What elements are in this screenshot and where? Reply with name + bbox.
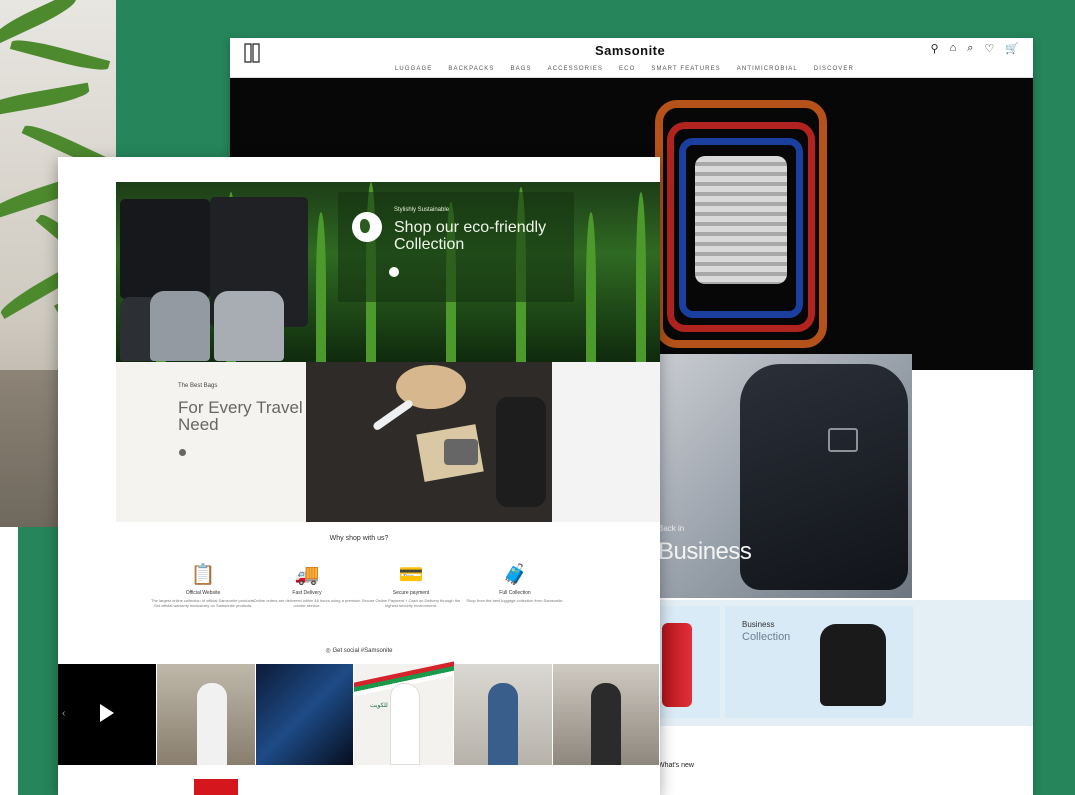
suitcase-silver [695,156,787,284]
gallery-tile[interactable] [454,664,553,765]
eco-tagline: Stylishly Sustainable [394,207,450,213]
gallery-tile[interactable] [157,664,256,765]
feature-desc: The largest online collection of officia… [151,598,255,608]
gallery-tile[interactable] [256,664,354,765]
globe-icon [352,212,382,242]
gallery-tile[interactable]: شكرا للكويت [354,661,454,765]
nav-accessories[interactable]: ACCESSORIES [548,66,603,72]
nav-antimicrobial[interactable]: ANTIMICROBIAL [737,66,798,72]
business-card-title: Business [742,620,775,629]
brand-logo[interactable]: Samsonite [595,43,665,58]
person-image [197,683,227,765]
clipboard-icon: 📋 [190,564,216,586]
nav-discover[interactable]: DISCOVER [814,66,854,72]
front-page-screenshot: Stylishly Sustainable Shop our eco-frien… [58,157,660,795]
travel-label: The Best Bags [178,383,218,389]
side-panel [552,362,660,522]
social-gallery: ‹ شكرا للكويت › [58,661,660,765]
black-backpack-image [820,624,886,706]
red-suitcase-image [662,623,692,707]
delivery-car-icon: 🚚 [294,564,320,586]
feature-title: Secure payment [392,590,430,596]
travel-arrow-button[interactable] [179,449,186,456]
store-icon[interactable]: ⌂ [950,42,957,55]
feature-desc: Shop from the best luggage collection fr… [466,598,564,603]
business-backpack-image [740,364,908,590]
search-icon[interactable]: ⌕ [967,42,973,55]
site-header: Samsonite ⚲ ⌂ ⌕ ♡ 🛒 LUGGAGE BACKPACKS BA… [230,38,1033,78]
small-suitcase-image [496,397,546,507]
nav-luggage[interactable]: LUGGAGE [395,66,432,72]
person-image [390,683,420,765]
nav-backpacks[interactable]: BACKPACKS [448,66,494,72]
feature-desc: Secure Online Payment + Cash on Delivery… [361,598,461,608]
gallery-prev-icon[interactable]: ‹ [62,708,65,719]
black-luggage-image [120,199,210,299]
eco-arrow-button[interactable] [389,267,399,277]
feature-title: Fast Delivery [292,590,322,596]
person-image [488,683,518,765]
user-icon[interactable]: ⚲ [931,42,939,55]
social-text: Get social #Samsonite [332,648,393,654]
feature-title: Official Website [185,590,221,596]
business-tag: Back in [658,524,685,533]
feature-full-collection: 🧳 Full Collection Shop from the best lug… [460,562,570,603]
social-heading: ◎ Get social #Samsonite [58,647,660,654]
feature-secure-payment: 💳 Secure payment Secure Online Payment +… [356,562,466,608]
backpack-tag [828,428,858,452]
nav-bags[interactable]: BAGS [511,66,532,72]
feature-title: Full Collection [499,590,531,596]
gallery-tile-video[interactable]: ‹ [58,664,157,765]
secure-payment-icon: 💳 [398,564,424,586]
grey-backpack-image-2 [214,291,284,361]
gallery-next-icon[interactable]: › [652,708,655,719]
feature-fast-delivery: 🚚 Fast Delivery Online orders are delive… [252,562,362,608]
why-shop-heading: Why shop with us? [329,535,389,542]
gallery-tile[interactable]: › [553,664,660,765]
play-icon[interactable] [100,704,114,722]
travel-title: For Every Travel Need [178,398,303,434]
business-title: Business [658,538,752,565]
header-icons: ⚲ ⌂ ⌕ ♡ 🛒 [931,42,1019,55]
luggage-icon: 🧳 [502,564,528,586]
business-card-subtitle: Collection [742,631,791,643]
whats-new-heading: What's new [658,762,694,769]
main-nav: LUGGAGE BACKPACKS BAGS ACCESSORIES ECO S… [395,66,854,72]
camera-image [444,439,478,465]
person-image [591,683,621,765]
red-product-peek [194,779,238,795]
heart-icon[interactable]: ♡ [984,42,994,55]
eco-title: Shop our eco-friendly Collection [394,219,547,253]
feature-desc: Online orders are delivered within 48 ho… [253,598,361,608]
cart-icon[interactable]: 🛒 [1005,42,1019,55]
grey-backpack-image [150,291,210,361]
nav-smart-features[interactable]: SMART FEATURES [651,66,720,72]
feature-official-website: 📋 Official Website The largest online co… [148,562,258,608]
nav-eco[interactable]: ECO [619,66,635,72]
sam-logo-icon[interactable] [242,42,262,64]
